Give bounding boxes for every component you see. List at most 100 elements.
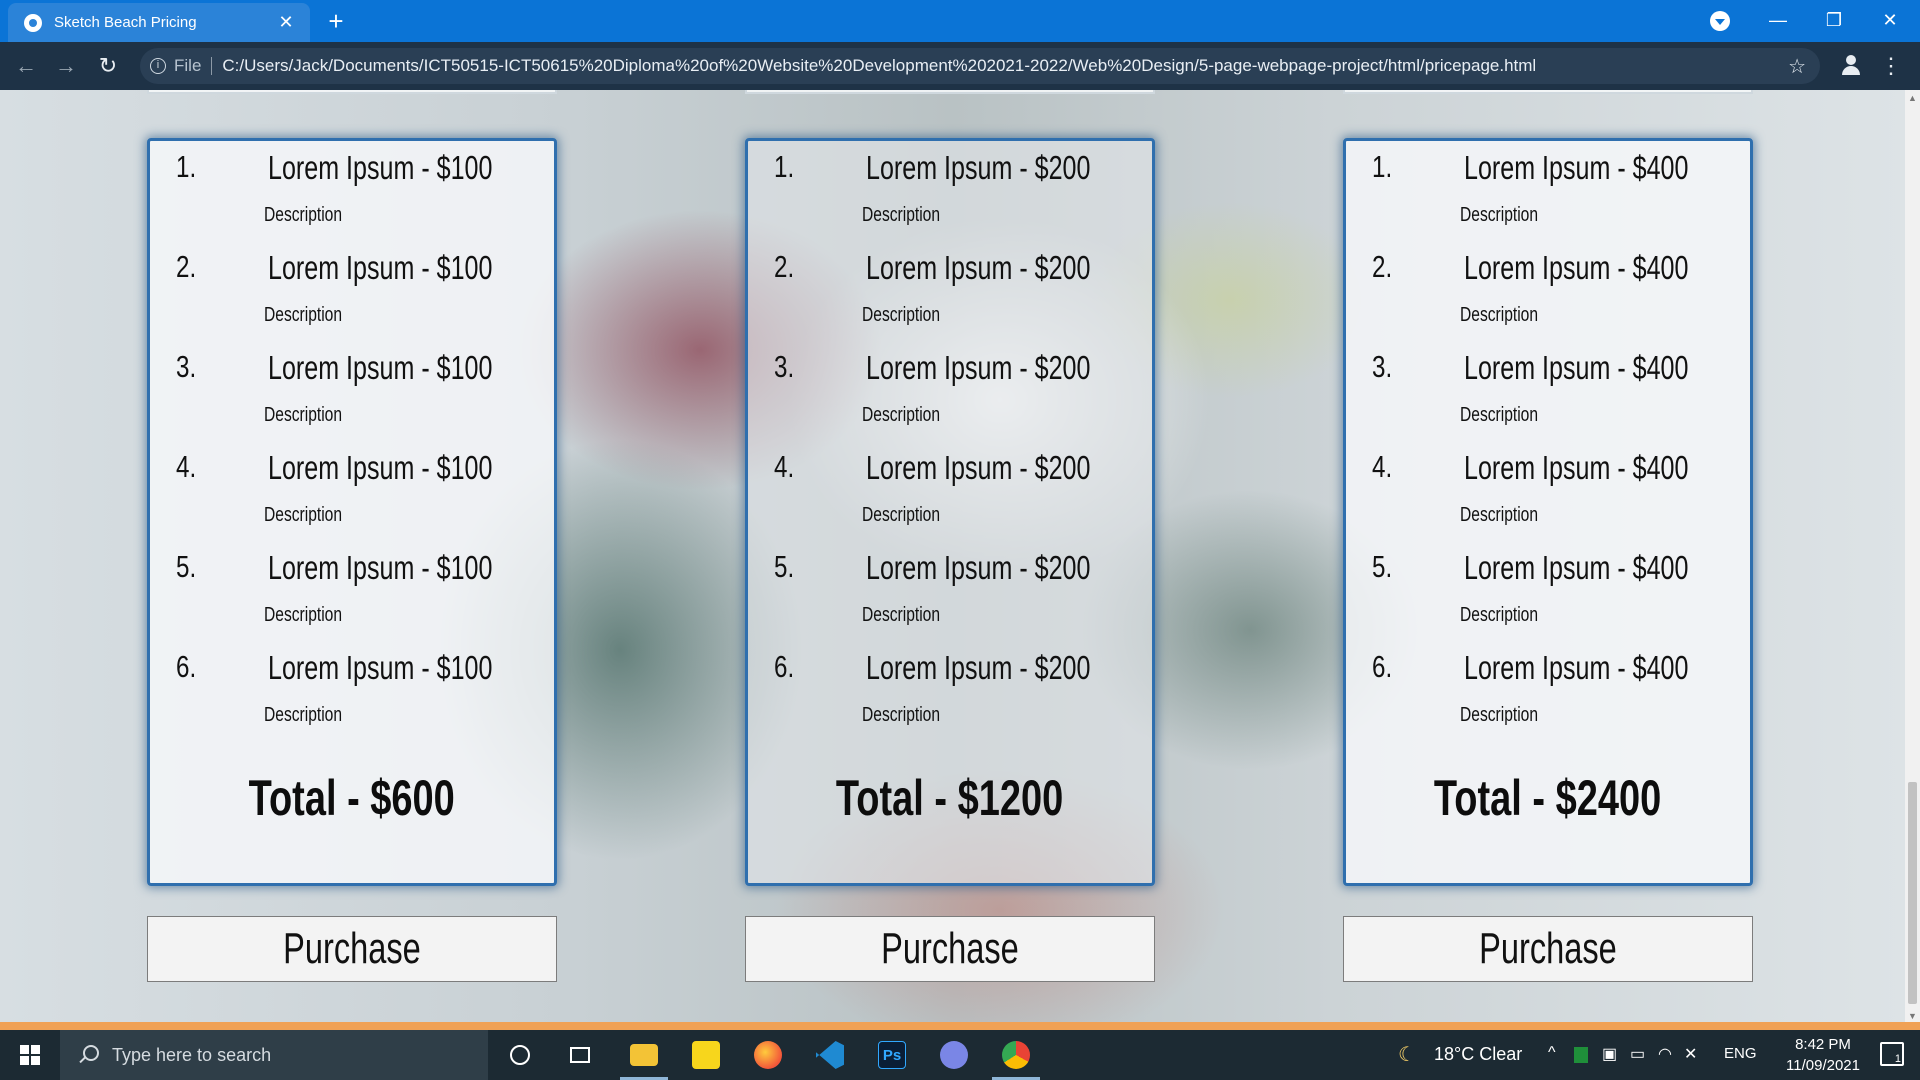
chrome-icon[interactable] xyxy=(988,1030,1044,1080)
card-header-partial xyxy=(745,90,1155,94)
item-description: Description xyxy=(264,704,343,726)
info-icon[interactable]: i xyxy=(150,58,166,74)
tab-search-icon[interactable] xyxy=(1710,11,1730,31)
item-description: Description xyxy=(862,204,941,226)
device-icon[interactable]: ▣ xyxy=(1602,1044,1617,1064)
pricing-card: 1. Lorem Ipsum - $200 Description 2. Lorem I… xyxy=(745,138,1155,886)
purchase-button[interactable]: Purchase xyxy=(147,916,557,982)
browser-tab[interactable]: Sketch Beach Pricing ✕ xyxy=(8,3,310,42)
item-title: Lorem Ipsum - $100 xyxy=(268,349,493,386)
scrollbar-thumb[interactable] xyxy=(1908,782,1917,1004)
clock-time: 8:42 PM xyxy=(1795,1036,1851,1053)
browser-toolbar: ← → ↻ i File C:/Users/Jack/Documents/ICT… xyxy=(0,42,1920,90)
card-total: Total - $1200 xyxy=(748,769,1152,827)
item-description: Description xyxy=(1460,604,1539,626)
item-number: 2. xyxy=(1372,249,1393,284)
pricing-card: 1. Lorem Ipsum - $100 Description 2. Lorem I… xyxy=(147,138,557,886)
card-total-text: Total - $1200 xyxy=(836,770,1064,826)
moon-icon: ☾ xyxy=(1398,1044,1416,1066)
item-title: Lorem Ipsum - $400 xyxy=(1464,349,1689,386)
clock[interactable]: 8:42 PM 11/09/2021 xyxy=(1780,1034,1866,1076)
browser-menu-icon[interactable]: ⋮ xyxy=(1880,52,1902,80)
item-number: 5. xyxy=(176,549,197,584)
scroll-up-icon[interactable]: ▲ xyxy=(1905,90,1920,106)
minimize-button[interactable]: — xyxy=(1750,0,1806,40)
card-total: Total - $2400 xyxy=(1346,769,1750,827)
item-number: 6. xyxy=(774,649,795,684)
wifi-icon[interactable]: ◠ xyxy=(1658,1044,1672,1064)
clock-date: 11/09/2021 xyxy=(1786,1057,1860,1074)
item-number: 5. xyxy=(774,549,795,584)
address-url[interactable]: C:/Users/Jack/Documents/ICT50515-ICT5061… xyxy=(222,56,1788,76)
item-title: Lorem Ipsum - $100 xyxy=(268,649,493,686)
cortana-icon[interactable] xyxy=(492,1030,548,1080)
tab-close-icon[interactable]: ✕ xyxy=(274,11,298,35)
item-description: Description xyxy=(862,304,941,326)
item-title: Lorem Ipsum - $200 xyxy=(866,449,1091,486)
item-description: Description xyxy=(264,604,343,626)
item-description: Description xyxy=(264,204,343,226)
item-description: Description xyxy=(1460,504,1539,526)
item-description: Description xyxy=(1460,304,1539,326)
pricing-card: 1. Lorem Ipsum - $400 Description 2. Lorem I… xyxy=(1343,138,1753,886)
item-title: Lorem Ipsum - $100 xyxy=(268,249,493,286)
page-bottom-strip xyxy=(0,1022,1920,1030)
app-tray-icon[interactable] xyxy=(1574,1047,1588,1063)
item-number: 6. xyxy=(176,649,197,684)
battery-icon[interactable]: ▭ xyxy=(1630,1044,1645,1064)
item-title: Lorem Ipsum - $100 xyxy=(268,549,493,586)
page-scrollbar[interactable]: ▲ ▼ xyxy=(1905,90,1920,1024)
item-description: Description xyxy=(862,504,941,526)
item-description: Description xyxy=(862,404,941,426)
taskbar-search-input[interactable]: Type here to search xyxy=(60,1030,488,1080)
globe-icon xyxy=(24,13,42,32)
address-bar[interactable]: i File C:/Users/Jack/Documents/ICT50515-… xyxy=(140,48,1820,84)
restore-button[interactable]: ❐ xyxy=(1806,0,1862,40)
notification-icon[interactable]: 1 xyxy=(1880,1042,1904,1066)
purchase-button[interactable]: Purchase xyxy=(1343,916,1753,982)
task-view-icon[interactable] xyxy=(552,1030,608,1080)
back-arrow-icon[interactable]: ← xyxy=(12,52,40,80)
weather-widget[interactable]: 18°C Clear xyxy=(1434,1044,1522,1065)
item-number: 6. xyxy=(1372,649,1393,684)
item-description: Description xyxy=(264,504,343,526)
item-number: 3. xyxy=(1372,349,1393,384)
windows-start-icon[interactable] xyxy=(0,1030,60,1080)
chevron-up-icon[interactable]: ^ xyxy=(1548,1044,1556,1062)
volume-muted-icon[interactable]: ✕ xyxy=(1684,1044,1697,1064)
firefox-icon[interactable] xyxy=(740,1030,796,1080)
item-title: Lorem Ipsum - $100 xyxy=(268,149,493,186)
new-tab-button[interactable]: + xyxy=(322,7,350,35)
file-explorer-icon[interactable] xyxy=(616,1030,672,1080)
windows-taskbar: Type here to search Ps ☾ 18°C Clear ^ ▣ … xyxy=(0,1030,1920,1080)
tab-title: Sketch Beach Pricing xyxy=(54,14,197,31)
search-icon xyxy=(78,1045,99,1065)
forward-arrow-icon[interactable]: → xyxy=(52,52,80,80)
item-number: 4. xyxy=(1372,449,1393,484)
account-icon[interactable] xyxy=(1840,55,1862,77)
item-number: 3. xyxy=(774,349,795,384)
reload-icon[interactable]: ↻ xyxy=(94,52,122,80)
browser-titlebar: Sketch Beach Pricing ✕ + — ❐ ✕ xyxy=(0,0,1920,42)
item-title: Lorem Ipsum - $200 xyxy=(866,349,1091,386)
card-header-partial xyxy=(147,90,557,94)
item-number: 1. xyxy=(176,149,197,184)
bookmark-star-icon[interactable]: ☆ xyxy=(1788,54,1806,79)
vscode-icon[interactable] xyxy=(802,1030,858,1080)
discord-icon[interactable] xyxy=(926,1030,982,1080)
address-divider xyxy=(211,57,213,75)
item-description: Description xyxy=(264,404,343,426)
photoshop-icon[interactable]: Ps xyxy=(864,1030,920,1080)
item-title: Lorem Ipsum - $100 xyxy=(268,449,493,486)
item-title: Lorem Ipsum - $400 xyxy=(1464,449,1689,486)
close-window-button[interactable]: ✕ xyxy=(1862,0,1918,40)
item-number: 3. xyxy=(176,349,197,384)
card-total-text: Total - $2400 xyxy=(1434,770,1662,826)
purchase-button[interactable]: Purchase xyxy=(745,916,1155,982)
item-title: Lorem Ipsum - $400 xyxy=(1464,149,1689,186)
sticky-notes-icon[interactable] xyxy=(678,1030,734,1080)
system-tray: ☾ 18°C Clear ^ ▣ ▭ ◠ ✕ ENG 8:42 PM 11/09… xyxy=(1390,1030,1920,1080)
card-total: Total - $600 xyxy=(150,769,554,827)
language-indicator[interactable]: ENG xyxy=(1724,1045,1757,1062)
item-description: Description xyxy=(862,604,941,626)
